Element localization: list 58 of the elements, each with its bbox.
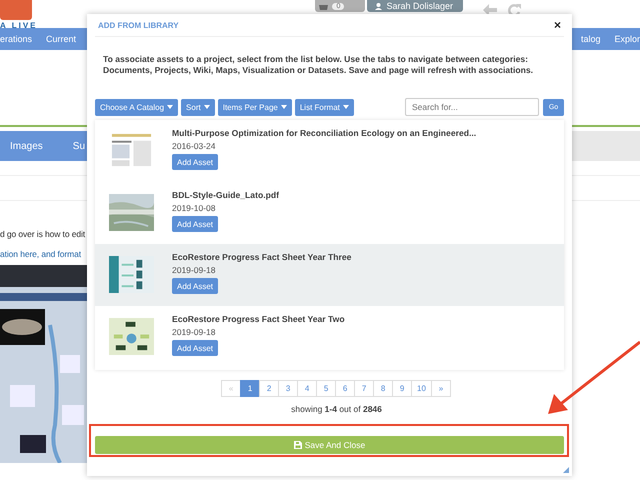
asset-row[interactable]: EcoRestore Progress Fact Sheet Year Two 2019-09-18 Add Asset xyxy=(95,306,564,368)
page-button[interactable]: 5 xyxy=(316,380,336,397)
dropdown-button[interactable]: List Format xyxy=(294,98,354,116)
search-field[interactable]: Search for... xyxy=(405,98,539,116)
nav-link[interactable]: Current xyxy=(46,34,76,44)
asset-title: EcoRestore Progress Fact Sheet Year Three xyxy=(172,252,352,262)
page-button[interactable]: 4 xyxy=(297,380,318,397)
dialog-title: ADD FROM LIBRARY xyxy=(98,20,179,30)
dropdown-button[interactable]: Items Per Page xyxy=(218,98,292,116)
asset-date: 2019-09-18 xyxy=(172,265,216,275)
caret-icon xyxy=(204,105,210,109)
results-summary: showing 1-4 out of 2846 xyxy=(290,404,383,414)
add-asset-button[interactable]: Add Asset xyxy=(172,340,218,356)
page-button[interactable]: 8 xyxy=(373,380,394,397)
dropdown-button[interactable]: Sort xyxy=(181,98,215,116)
page-button[interactable]: 9 xyxy=(392,380,412,397)
tab[interactable]: Su xyxy=(72,140,86,152)
logo-icon xyxy=(0,0,32,20)
asset-date: 2019-10-08 xyxy=(172,203,216,213)
close-button[interactable]: × xyxy=(554,18,561,32)
page-button[interactable]: 2 xyxy=(259,380,280,397)
asset-row[interactable]: Multi-Purpose Optimization for Reconciliation Ecology on an Engineered... 2016-03-24 Add Asset xyxy=(95,120,564,182)
user-icon xyxy=(375,2,382,10)
refresh-icon[interactable] xyxy=(507,4,522,16)
body-text: d go over is how to edit xyxy=(0,229,86,239)
caret-icon xyxy=(167,105,174,109)
page-button[interactable]: 3 xyxy=(278,380,298,397)
nav-link[interactable]: talog xyxy=(580,34,600,44)
asset-date: 2019-09-18 xyxy=(172,327,216,337)
body-text: ation here, and format xyxy=(0,249,81,259)
basket-icon xyxy=(319,2,328,10)
asset-title: Multi-Purpose Optimization for Reconciliation Ecology on an Engineered... xyxy=(172,128,476,138)
add-asset-button[interactable]: Add Asset xyxy=(172,154,218,170)
tab[interactable]: Images xyxy=(10,140,43,152)
asset-title: BDL-Style-Guide_Lato.pdf xyxy=(172,190,279,200)
logo-text: A LIVE xyxy=(0,21,38,30)
page-button[interactable]: 6 xyxy=(335,380,356,397)
page-button[interactable]: 10 xyxy=(411,380,432,397)
add-asset-button[interactable]: Add Asset xyxy=(172,278,218,294)
save-icon xyxy=(294,441,302,449)
caret-icon xyxy=(342,105,349,109)
add-asset-button[interactable]: Add Asset xyxy=(172,216,218,232)
dropdown-button[interactable]: Choose A Catalog xyxy=(95,98,178,116)
asset-title: EcoRestore Progress Fact Sheet Year Two xyxy=(172,314,345,324)
page-button[interactable]: 7 xyxy=(354,380,374,397)
caret-icon xyxy=(280,105,287,109)
nav-link[interactable]: erations xyxy=(0,34,32,44)
dialog-description: To associate assets to a project, select from the list below. Use the tabs to navigate between categories: Documents, Projects, Wiki, Maps, Visualization or Datasets. Save and page will refresh with associations. xyxy=(103,54,534,76)
page-button[interactable]: 1 xyxy=(240,380,260,397)
resize-grip-icon[interactable] xyxy=(563,467,569,473)
save-button[interactable]: Save And Close xyxy=(95,436,564,454)
back-icon[interactable] xyxy=(483,4,498,16)
asset-row[interactable]: BDL-Style-Guide_Lato.pdf 2019-10-08 Add Asset xyxy=(95,182,564,244)
nav-link[interactable]: Explor xyxy=(614,34,640,44)
asset-row[interactable]: EcoRestore Progress Fact Sheet Year Three 2019-09-18 Add Asset xyxy=(95,244,564,306)
page-button[interactable]: » xyxy=(430,380,451,397)
asset-date: 2016-03-24 xyxy=(172,141,216,151)
user-button[interactable]: Sarah Dolislager xyxy=(367,0,464,12)
